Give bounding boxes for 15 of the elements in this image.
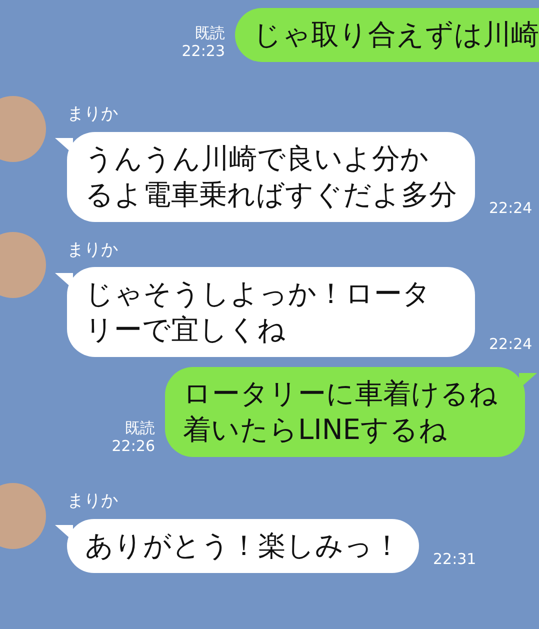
sender-name: まりか (67, 238, 119, 262)
read-receipt: 既読 (194, 24, 225, 42)
sender-name: まりか (67, 490, 119, 513)
timestamp: 22:24 (488, 198, 532, 219)
message-bubble: ロータリーに車着けるね着いたらLINEするね (165, 367, 525, 457)
sender-name: まりか (67, 103, 119, 126)
read-receipt: 既読 (124, 419, 155, 437)
message-bubble: ありがとう！楽しみっ！ (67, 518, 419, 572)
message-bubble: じゃそうしよっか！ロータリーで宜しくね (67, 267, 475, 357)
timestamp: 22:31 (432, 549, 476, 570)
timestamp: 22:26 (112, 437, 155, 455)
message-bubble: じゃ取り合えずは川崎 (235, 8, 539, 62)
timestamp: 22:23 (182, 42, 225, 60)
message-bubble: うんうん川崎で良いよ分かるよ電車乗ればすぐだよ多分 (67, 132, 475, 222)
timestamp: 22:24 (488, 334, 532, 354)
